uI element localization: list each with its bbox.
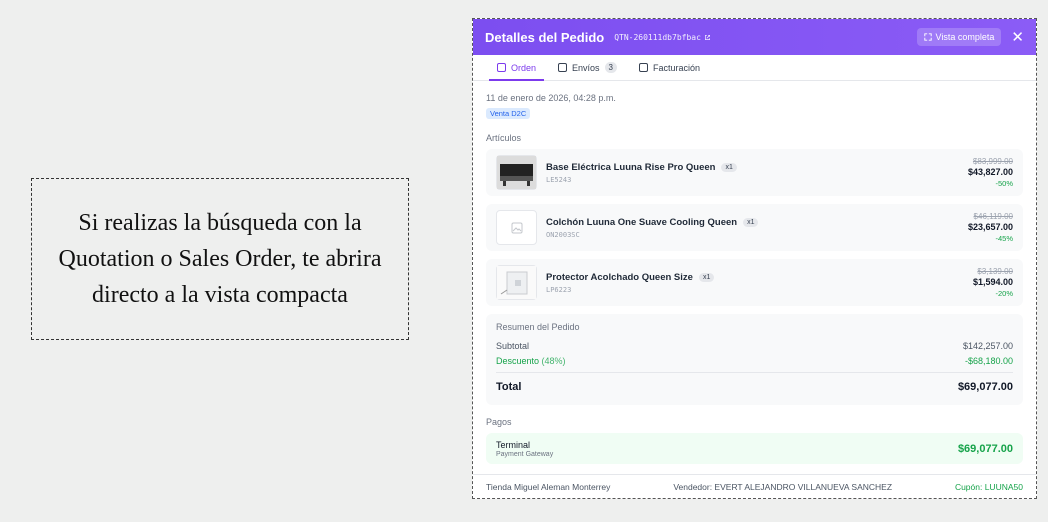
item-name: Base Eléctrica Luuna Rise Pro Queen [546, 161, 716, 173]
order-code-text: QTN-260111db7bfbac [614, 32, 701, 42]
document-icon [638, 63, 648, 72]
tab-envios[interactable]: Envíos 3 [550, 55, 625, 80]
total-label: Total [496, 381, 522, 393]
list-item[interactable]: Colchón Luuna One Suave Cooling Queen x1 … [486, 204, 1023, 251]
panel-body: 11 de enero de 2026, 04:28 p.m. Venta D2… [473, 81, 1036, 464]
final-price: $1,594.00 [972, 277, 1013, 287]
total-row: Total $69,077.00 [496, 377, 1013, 397]
callout-text: Si realizas la búsqueda con la Quotation… [58, 210, 382, 308]
subtotal-label: Subtotal [496, 340, 530, 351]
qty-badge: x1 [721, 162, 737, 172]
summary-divider [496, 372, 1013, 373]
payments-heading: Pagos [486, 417, 512, 427]
tab-facturacion[interactable]: Facturación [631, 55, 708, 80]
full-view-button[interactable]: Vista completa [916, 28, 1002, 46]
item-sku: ON2003SC [546, 230, 580, 239]
truck-icon [558, 63, 568, 72]
payment-amount: $69,077.00 [957, 442, 1013, 455]
tab-envios-label: Envíos [572, 62, 600, 73]
image-placeholder-icon [496, 210, 537, 245]
payment-gateway: Payment Gateway [496, 450, 554, 458]
item-sku: LP6223 [546, 285, 572, 294]
order-code[interactable]: QTN-260111db7bfbac [614, 33, 711, 42]
item-sku: LE5243 [546, 175, 572, 184]
discount-percent: -45% [995, 234, 1013, 243]
tab-facturacion-label: Facturación [652, 62, 701, 73]
payment-row: Terminal Payment Gateway $69,077.00 [486, 433, 1023, 464]
expand-icon [923, 33, 932, 41]
discount-pct: (48%) [541, 355, 566, 366]
seller-name: Vendedor: EVERT ALEJANDRO VILLANUEVA SAN… [673, 481, 893, 492]
list-item[interactable]: Base Eléctrica Luuna Rise Pro Queen x1 LE… [486, 149, 1023, 196]
discount-percent: -20% [995, 289, 1013, 298]
external-link-icon [704, 34, 710, 40]
panel-header: Detalles del Pedido QTN-260111db7bfbac V… [473, 19, 1036, 55]
order-summary: Resumen del Pedido Subtotal $142,257.00 … [486, 314, 1023, 405]
item-name: Colchón Luuna One Suave Cooling Queen [546, 216, 738, 228]
tab-orden-label: Orden [511, 62, 537, 73]
order-date: 11 de enero de 2026, 04:28 p.m. [486, 93, 616, 103]
subtotal-row: Subtotal $142,257.00 [496, 338, 1013, 353]
discount-percent: -50% [995, 179, 1013, 188]
product-image [496, 265, 537, 300]
coupon-code: Cupón: LUUNA50 [954, 481, 1023, 492]
tab-bar: Orden Envíos 3 Facturación [473, 55, 1036, 81]
product-image [496, 155, 537, 190]
panel-title: Detalles del Pedido [485, 29, 605, 45]
summary-title: Resumen del Pedido [496, 322, 580, 332]
final-price: $43,827.00 [967, 167, 1013, 177]
final-price: $23,657.00 [967, 222, 1013, 232]
qty-badge: x1 [743, 217, 759, 227]
list-item[interactable]: Protector Acolchado Queen Size x1 LP6223 … [486, 259, 1023, 306]
articles-heading: Artículos [486, 133, 522, 143]
item-name: Protector Acolchado Queen Size [546, 271, 693, 283]
tab-orden[interactable]: Orden [489, 55, 545, 81]
subtotal-value: $142,257.00 [962, 340, 1013, 351]
full-view-label: Vista completa [935, 32, 995, 42]
original-price: $3,139.00 [977, 267, 1013, 276]
instruction-callout: Si realizas la búsqueda con la Quotation… [31, 178, 409, 340]
clipboard-icon [497, 63, 506, 72]
panel-footer: Tienda Miguel Aleman Monterrey Vendedor:… [473, 474, 1036, 498]
qty-badge: x1 [698, 272, 715, 282]
total-value: $69,077.00 [957, 381, 1013, 393]
discount-label: Descuento [496, 355, 540, 366]
order-details-panel: Detalles del Pedido QTN-260111db7bfbac V… [472, 18, 1037, 499]
sale-type-badge: Venta D2C [486, 108, 531, 119]
payment-method: Terminal [496, 439, 531, 450]
envios-count-badge: 3 [604, 62, 617, 73]
original-price: $83,999.00 [972, 157, 1013, 166]
original-price: $46,119.00 [973, 212, 1013, 221]
close-icon[interactable]: ✕ [1011, 30, 1024, 45]
store-name: Tienda Miguel Aleman Monterrey [486, 481, 611, 492]
discount-row: Descuento (48%) -$68,180.00 [496, 353, 1013, 368]
discount-value: -$68,180.00 [964, 355, 1013, 366]
